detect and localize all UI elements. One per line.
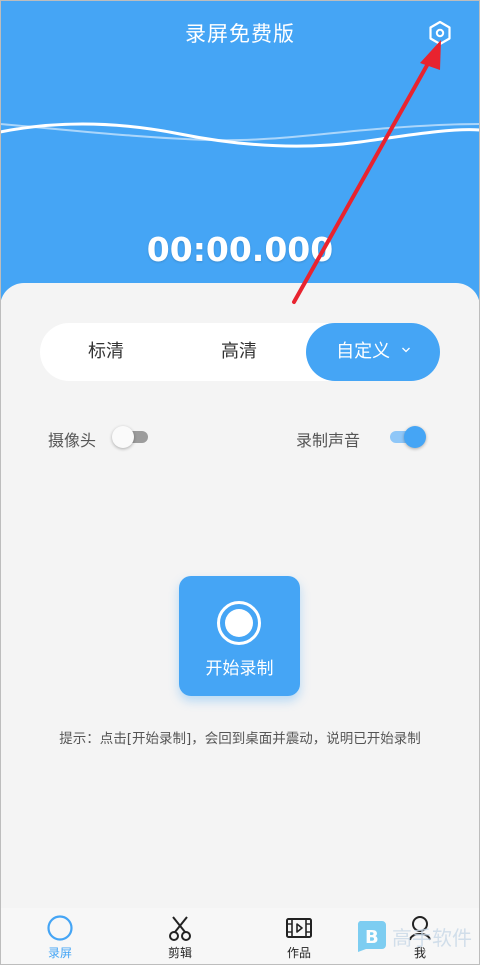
tab-record[interactable]: 录屏 (20, 908, 100, 965)
film-icon (286, 918, 312, 938)
settings-button[interactable] (426, 19, 454, 47)
camera-toggle-row: 摄像头 (48, 423, 158, 451)
audio-toggle-row: 录制声音 (296, 423, 436, 451)
tab-edit[interactable]: 剪辑 (140, 908, 220, 965)
camera-switch-thumb (112, 426, 134, 448)
audio-switch[interactable] (386, 425, 426, 449)
camera-label: 摄像头 (48, 431, 97, 450)
header-bar: 录屏免费版 00:00.000 (0, 0, 480, 300)
quality-option-custom[interactable]: 自定义 (306, 323, 440, 381)
main-panel: 标清 高清 自定义 摄像头 录制声音 开始录制 提示：点击[开始录制]，会回到桌… (0, 283, 480, 908)
quality-option-sd[interactable]: 标清 (40, 323, 172, 381)
hint-text: 提示：点击[开始录制]，会回到桌面并震动，说明已开始录制 (59, 731, 421, 747)
scissors-icon (169, 916, 191, 941)
recording-timer: 00:00.000 (146, 230, 334, 269)
watermark-text: 高手软件 (392, 926, 472, 950)
wave-decoration (0, 122, 480, 148)
quality-option-hd[interactable]: 高清 (172, 323, 306, 381)
circle-icon (47, 915, 73, 941)
quality-selector: 标清 高清 自定义 (40, 323, 440, 381)
watermark-logo-icon: B (357, 921, 386, 952)
audio-label: 录制声音 (296, 431, 361, 450)
svg-text:B: B (365, 927, 379, 948)
tab-works-label: 作品 (286, 946, 311, 960)
quality-option-custom-label: 自定义 (336, 341, 391, 362)
quality-option-hd-label: 高清 (221, 341, 257, 362)
record-circle-icon (217, 601, 261, 645)
start-record-button[interactable]: 开始录制 (179, 576, 300, 696)
tab-edit-label: 剪辑 (167, 946, 192, 960)
audio-switch-thumb (404, 426, 426, 448)
chevron-down-icon (401, 347, 410, 353)
settings-hexagon-icon (429, 20, 451, 46)
camera-switch[interactable] (112, 425, 152, 449)
start-record-label: 开始录制 (205, 659, 274, 679)
tab-record-label: 录屏 (47, 946, 72, 960)
watermark: B 高手软件 (352, 918, 472, 958)
tab-works[interactable]: 作品 (259, 908, 339, 965)
quality-option-sd-label: 标清 (88, 341, 124, 362)
app-title: 录屏免费版 (185, 22, 295, 46)
